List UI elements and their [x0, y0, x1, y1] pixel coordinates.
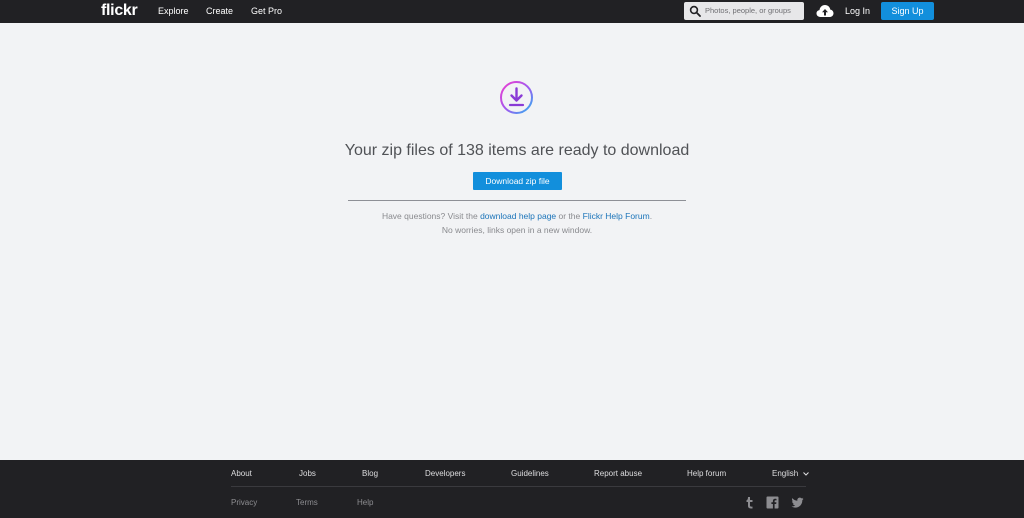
help-forum-link[interactable]: Flickr Help Forum — [583, 211, 650, 221]
footer-link-developers[interactable]: Developers — [425, 469, 465, 479]
footer-link-privacy[interactable]: Privacy — [231, 498, 257, 508]
footer-link-help[interactable]: Help — [357, 498, 373, 508]
search-input[interactable]: Photos, people, or groups — [684, 2, 804, 20]
footer-link-report-abuse[interactable]: Report abuse — [594, 469, 642, 479]
help-suffix: . — [649, 211, 653, 221]
footer-divider — [231, 486, 806, 487]
signup-button[interactable]: Sign Up — [881, 2, 934, 20]
nav-explore[interactable]: Explore — [158, 6, 189, 17]
download-zip-button[interactable]: Download zip file — [473, 172, 562, 190]
login-link[interactable]: Log In — [845, 6, 870, 17]
footer-link-guidelines[interactable]: Guidelines — [511, 469, 549, 479]
footer-link-help-forum[interactable]: Help forum — [687, 469, 726, 479]
page-headline: Your zip files of 138 items are ready to… — [344, 142, 690, 159]
search-icon — [689, 5, 701, 17]
help-middle: or the — [556, 211, 583, 221]
footer: About Jobs Blog Developers Guidelines Re… — [0, 460, 1024, 518]
divider — [348, 200, 686, 201]
chevron-down-icon — [803, 472, 810, 476]
new-window-note: No worries, links open in a new window. — [441, 225, 593, 235]
tumblr-icon[interactable] — [743, 496, 756, 509]
nav-create[interactable]: Create — [206, 6, 233, 17]
footer-link-jobs[interactable]: Jobs — [299, 469, 316, 479]
search-placeholder: Photos, people, or groups — [705, 6, 791, 15]
download-help-link[interactable]: download help page — [480, 211, 556, 221]
nav-get-pro[interactable]: Get Pro — [251, 6, 282, 17]
help-text: Have questions? Visit the download help … — [0, 211, 1024, 222]
language-label: English — [772, 469, 799, 478]
download-icon — [500, 81, 533, 114]
footer-link-terms[interactable]: Terms — [296, 498, 318, 508]
language-selector[interactable]: English — [772, 469, 810, 479]
twitter-icon[interactable] — [791, 496, 804, 509]
facebook-icon[interactable] — [766, 496, 779, 509]
flickr-logo[interactable]: flickr — [101, 2, 138, 20]
footer-link-blog[interactable]: Blog — [362, 469, 378, 479]
footer-link-about[interactable]: About — [231, 469, 252, 479]
upload-cloud-icon[interactable] — [816, 3, 834, 19]
help-prefix: Have questions? Visit the — [381, 211, 481, 221]
top-navigation-bar: flickr Explore Create Get Pro Photos, pe… — [0, 0, 1024, 23]
